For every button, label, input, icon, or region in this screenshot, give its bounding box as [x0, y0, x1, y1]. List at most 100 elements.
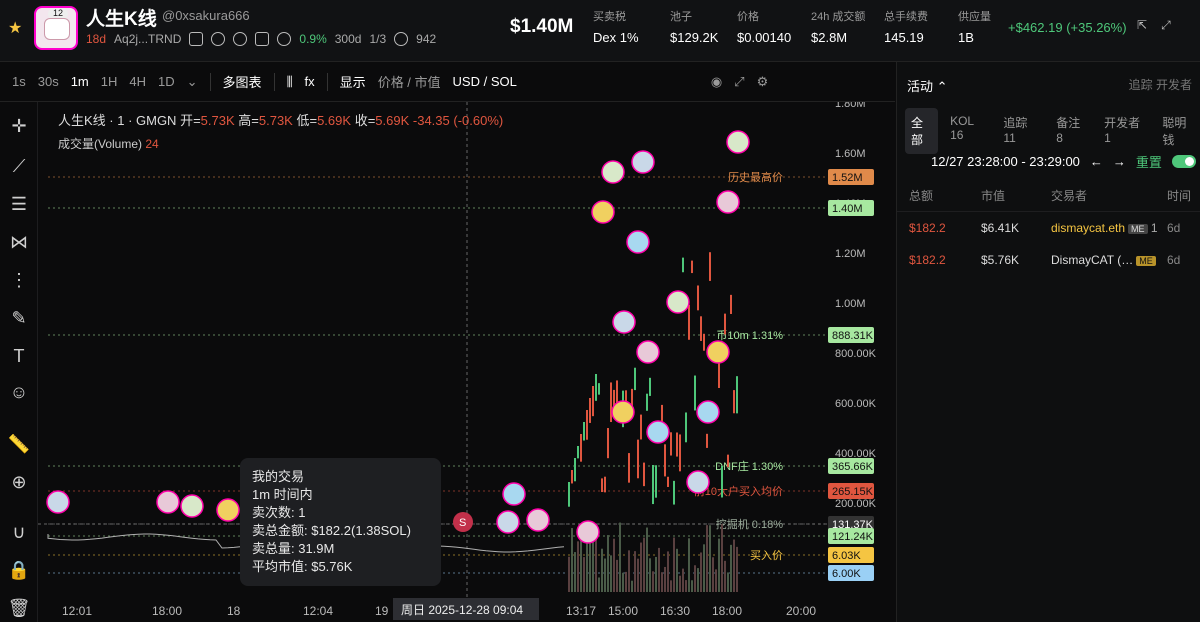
candle	[646, 393, 648, 411]
candle	[679, 434, 681, 472]
stat-label: 池子	[670, 11, 692, 23]
col-trader[interactable]: 交易者	[1051, 187, 1087, 204]
multi-chart-button[interactable]: 多图表	[223, 72, 262, 91]
activity-tabs: 全部 KOL 16 追踪 11 备注 8 开发者 1 聪明钱	[905, 108, 1200, 154]
volume-bar	[718, 538, 720, 592]
reset-button[interactable]: 重置	[1136, 152, 1162, 171]
activity-header[interactable]: 活动 ⌃	[907, 76, 948, 95]
chat-icon[interactable]	[255, 32, 270, 46]
y-tick-label: 600.00K	[835, 398, 877, 410]
emoji-icon[interactable]: ☺	[7, 380, 31, 404]
candle-type-icon[interactable]: ⫼	[287, 74, 293, 90]
volume-bar	[727, 572, 729, 592]
x-tick-label: 18:00	[152, 604, 182, 618]
currency-toggle[interactable]: USD / SOL	[453, 74, 517, 89]
holder-percent: 0.9%	[299, 32, 327, 46]
trader-avatar-bubble	[686, 470, 710, 494]
brush-icon[interactable]: ✎	[7, 306, 31, 330]
tab-all[interactable]: 全部	[905, 108, 939, 154]
crosshair-date-label: 周日 2025-12-28 09:04	[401, 603, 523, 617]
volume-bar	[568, 556, 570, 592]
favorite-star-icon[interactable]: ★	[8, 18, 22, 38]
price-mcap-toggle[interactable]: 价格 / 市值	[378, 72, 441, 91]
price-tag-value: 121.24K	[832, 531, 874, 543]
tab-kol[interactable]: KOL 16	[944, 108, 991, 154]
indicator-fx-icon[interactable]: fx	[305, 74, 315, 89]
tooltip-avg-mcap: 平均市值: $5.76K	[252, 559, 353, 574]
expand-icon[interactable]: ⤢	[1161, 18, 1171, 33]
row-trader[interactable]: dismaycat.eth ME 1	[1051, 221, 1158, 235]
display-menu[interactable]: 显示	[340, 72, 366, 91]
legend-name: 人生K线 · 1 · GMGN	[58, 113, 177, 128]
contract-address[interactable]: Aq2j...TRND	[114, 32, 181, 46]
price-tag-value: 1.40M	[832, 203, 863, 215]
col-time[interactable]: 时间	[1167, 187, 1191, 204]
trader-avatar-bubble	[626, 230, 650, 254]
interval-1s[interactable]: 1s	[12, 74, 26, 89]
volume-bar	[616, 559, 618, 592]
pattern-icon[interactable]: ⋈	[7, 230, 31, 254]
fib-icon[interactable]: ⋮	[7, 268, 31, 292]
share-icon[interactable]: ⇱	[1137, 18, 1147, 33]
trader-avatar-bubble	[646, 420, 670, 444]
price-chart[interactable]: 1.80M1.60M1.40M1.20M1.00M800.00K600.00K4…	[38, 102, 895, 622]
zoom-icon[interactable]: ⊕	[7, 470, 31, 494]
volume-bar	[676, 548, 678, 592]
fullscreen-icon[interactable]: ⤢	[734, 74, 744, 90]
token-avatar[interactable]: 12	[34, 6, 78, 50]
volume-bar	[601, 548, 603, 592]
x-social-icon[interactable]	[233, 32, 248, 46]
search-icon[interactable]	[277, 32, 292, 46]
price-tag-label: 买入价	[750, 549, 783, 562]
trash-icon[interactable]: 🗑	[7, 596, 31, 620]
camera-icon[interactable]: ◉	[711, 74, 722, 90]
volume-bar	[658, 547, 660, 592]
text-icon[interactable]: T	[7, 344, 31, 368]
volume-bar	[664, 566, 666, 592]
table-row[interactable]: $182.2 $5.76K DismayCAT (… ME 6d	[897, 244, 1200, 276]
stat-price: 价格 $0.00140	[737, 8, 791, 45]
interval-1d[interactable]: 1D	[158, 74, 175, 89]
horizontal-lines-icon[interactable]: ☰	[7, 192, 31, 216]
tab-tracking[interactable]: 追踪 11	[997, 108, 1044, 154]
activity-header-right[interactable]: 追踪 开发者	[1129, 76, 1192, 93]
legend-high: 5.73K	[258, 113, 293, 128]
candle	[691, 260, 693, 274]
x-tick-label: 16:30	[660, 604, 690, 618]
tab-developer[interactable]: 开发者 1	[1098, 108, 1150, 154]
row-trader[interactable]: DismayCAT (… ME	[1051, 253, 1156, 267]
tab-notes[interactable]: 备注 8	[1050, 108, 1092, 154]
token-handle[interactable]: @0xsakura666	[162, 8, 250, 23]
divider	[209, 72, 211, 91]
arrow-left-icon[interactable]: ←	[1090, 154, 1103, 169]
col-mcap[interactable]: 市值	[981, 187, 1005, 204]
candle	[727, 454, 729, 468]
feather-icon[interactable]	[189, 32, 204, 46]
col-total[interactable]: 总额	[909, 187, 933, 204]
crosshair-icon[interactable]: ✛	[7, 114, 31, 138]
x-tick-label: 19	[375, 604, 389, 618]
lock-icon[interactable]: 🔒	[7, 558, 31, 582]
volume-bar	[679, 575, 681, 592]
settings-gear-icon[interactable]: ⚙	[757, 74, 769, 90]
table-row[interactable]: $182.2 $6.41K dismaycat.eth ME 1 6d	[897, 212, 1200, 244]
y-tick-label: 1.20M	[835, 248, 866, 260]
globe-icon[interactable]	[211, 32, 226, 46]
ruler-icon[interactable]: 📏	[7, 432, 31, 456]
interval-1h[interactable]: 1H	[101, 74, 118, 89]
candle	[664, 444, 666, 477]
legend-close-label: 收=	[354, 113, 376, 128]
trendline-icon[interactable]: ⟋	[7, 154, 31, 178]
chevron-down-icon[interactable]: ⌄	[187, 74, 198, 90]
candle	[643, 462, 645, 487]
interval-30s[interactable]: 30s	[38, 74, 59, 89]
magnet-icon[interactable]: ∪	[7, 520, 31, 544]
filter-toggle[interactable]	[1171, 155, 1196, 168]
legend-low-label: 低=	[296, 113, 318, 128]
arrow-right-icon[interactable]: →	[1113, 154, 1126, 169]
tab-smart-money[interactable]: 聪明钱	[1156, 108, 1200, 154]
stat-label: 总手续费	[884, 11, 928, 23]
candle	[571, 470, 573, 484]
interval-4h[interactable]: 4H	[129, 74, 146, 89]
interval-1m[interactable]: 1m	[71, 74, 89, 89]
